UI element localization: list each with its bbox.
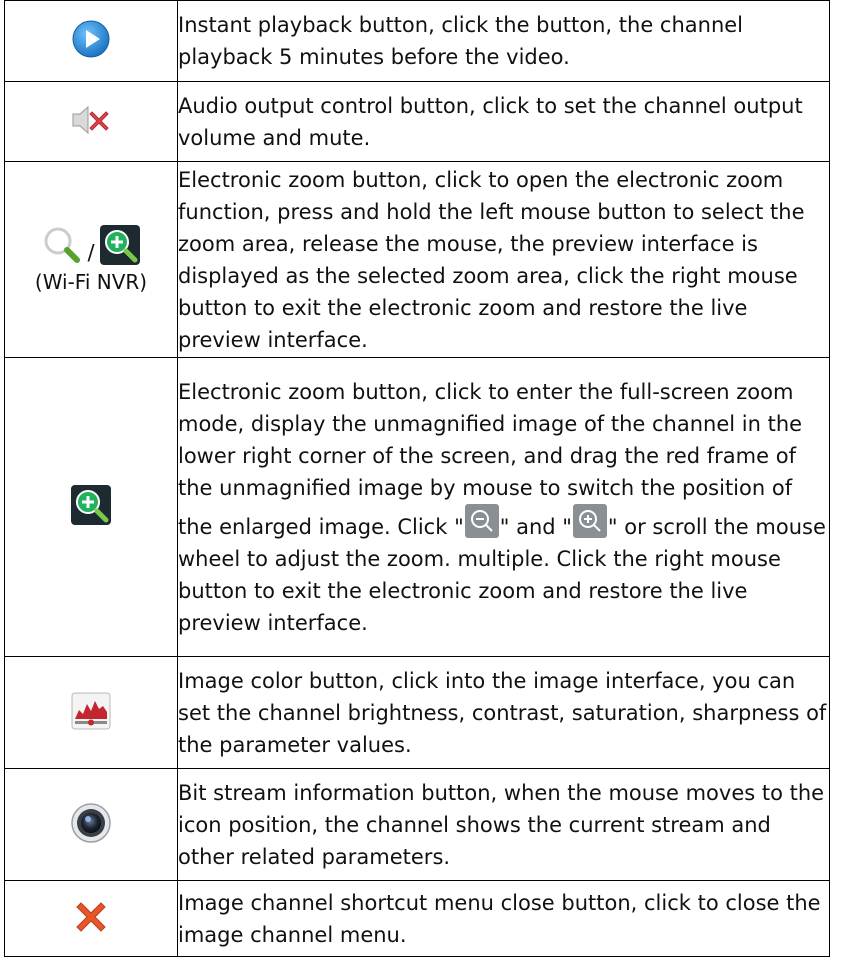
icon-cell: / (Wi-Fi NVR) (4, 161, 178, 358)
icon-separator: / (87, 240, 95, 264)
row-description: Image color button, click into the image… (177, 656, 830, 769)
zoom-in-green-icon (99, 224, 140, 269)
icon-cell (4, 81, 178, 162)
wifi-nvr-label: (Wi-Fi NVR) (34, 269, 148, 294)
zoom-in-green-icon (71, 485, 111, 529)
icon-description-table: Instant playback button, click the butto… (4, 0, 830, 957)
zoom-in-icon (572, 503, 607, 538)
close-x-icon (71, 897, 111, 941)
row-description: Electronic zoom button, click to open th… (177, 161, 830, 358)
row-description: Instant playback button, click the butto… (177, 0, 830, 82)
play-circle-icon (71, 19, 111, 63)
table-row: Instant playback button, click the butto… (4, 0, 830, 82)
table-row: / (Wi-Fi NVR) Electronic zoom button, cl… (4, 161, 830, 358)
table-row: Image channel shortcut menu close button… (4, 880, 830, 957)
icon-cell (4, 656, 178, 769)
icon-cell (4, 357, 178, 657)
speaker-mute-icon (69, 102, 113, 142)
table-row: Bit stream information button, when the … (4, 768, 830, 881)
row-description: Image channel shortcut menu close button… (177, 880, 830, 957)
icon-cell (4, 768, 178, 881)
magnifier-icon (42, 225, 82, 269)
zoom-out-icon (464, 503, 499, 538)
icon-cell (4, 880, 178, 957)
table-row: Electronic zoom button, click to enter t… (4, 357, 830, 657)
description-part-2: " and " (499, 514, 572, 539)
table-row: Image color button, click into the image… (4, 656, 830, 769)
icon-cell (4, 0, 178, 82)
table-row: Audio output control button, click to se… (4, 81, 830, 162)
image-color-icon (71, 692, 111, 734)
row-description: Bit stream information button, when the … (177, 768, 830, 881)
row-description: Electronic zoom button, click to enter t… (177, 357, 830, 657)
camera-lens-icon (70, 802, 112, 848)
row-description: Audio output control button, click to se… (177, 81, 830, 162)
